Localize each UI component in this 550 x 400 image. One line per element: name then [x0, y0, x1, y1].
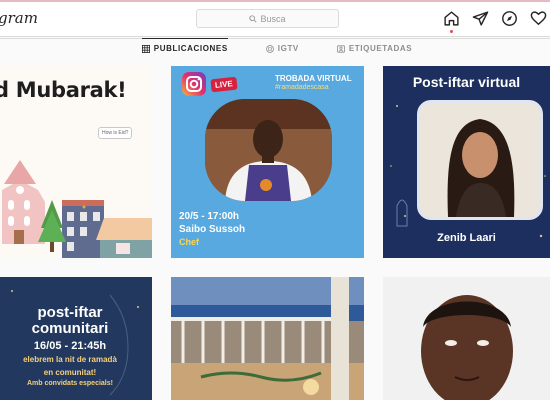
search-input[interactable]: Busca: [196, 9, 339, 28]
event-hashtag: #ramadadescasa: [275, 84, 329, 91]
live-header: LIVE: [181, 71, 238, 97]
man-portrait-image: [383, 277, 550, 400]
home-icon[interactable]: [443, 10, 460, 33]
post-eid-mubarak[interactable]: d Mubarak! How is Eid?: [0, 66, 152, 258]
event-description: elebrem la nit de ramadà: [23, 355, 117, 364]
guest-name: Saibo Sussoh: [179, 224, 246, 235]
speech-bubble: How is Eid?: [98, 127, 133, 139]
guest-role: Chef: [179, 237, 199, 247]
post-portrait[interactable]: [383, 277, 550, 400]
event-title-line2: comunitari: [31, 320, 109, 337]
event-note: Amb convidats especials!: [27, 380, 113, 387]
notification-dot: [450, 30, 453, 33]
event-datetime: 16/05 - 21:45h: [33, 340, 107, 352]
grid-icon: [141, 44, 150, 53]
tagged-icon: [336, 44, 345, 53]
live-badge: LIVE: [210, 76, 238, 92]
post-title: Post-iftar virtual: [412, 74, 521, 90]
event-details: 20/5 - 17:00h Saibo Sussoh Chef: [179, 210, 245, 249]
event-title-line1: post-iftar: [37, 304, 103, 321]
profile-tabs: PUBLICACIONES IGTV ETIQUETADAS: [0, 38, 550, 58]
post-balcony-photo[interactable]: [171, 277, 364, 400]
tab-label: PUBLICACIONES: [153, 44, 228, 53]
top-accent-strip: [0, 0, 550, 2]
event-text-block: post-iftar comunitari 16/05 - 21:45h ele…: [0, 304, 140, 388]
post-iftar-virtual[interactable]: Post-iftar virtual Zenib Laari: [383, 66, 550, 258]
chef-portrait: [205, 99, 332, 201]
igtv-icon: [265, 44, 274, 53]
tab-label: IGTV: [277, 44, 299, 53]
instagram-logo[interactable]: gram: [0, 9, 38, 27]
tab-label: ETIQUETADAS: [348, 44, 413, 53]
guest-name: Zenib Laari: [437, 232, 496, 244]
search-icon: [249, 14, 258, 23]
event-datetime: 20/5 - 17:00h: [179, 211, 240, 222]
nav-icons: [443, 10, 547, 33]
top-navigation-bar: gram Busca: [0, 0, 550, 37]
guest-portrait: [417, 100, 543, 220]
tab-igtv[interactable]: IGTV: [265, 39, 299, 58]
houses-illustration: [2, 160, 152, 258]
heart-icon[interactable]: [530, 10, 547, 27]
event-description-2: en comunitat!: [43, 368, 97, 377]
event-header: TROBADA VIRTUAL #ramadadescasa: [275, 74, 352, 92]
tab-publicaciones[interactable]: PUBLICACIONES: [141, 38, 228, 58]
tab-etiquetadas[interactable]: ETIQUETADAS: [336, 39, 413, 58]
event-title: TROBADA VIRTUAL: [275, 74, 352, 83]
balcony-image: [171, 277, 364, 400]
post-iftar-comunitari[interactable]: post-iftar comunitari 16/05 - 21:45h ele…: [0, 277, 152, 400]
post-trobada-virtual[interactable]: LIVE TROBADA VIRTUAL #ramadadescasa 20/5…: [171, 66, 364, 258]
explore-icon[interactable]: [501, 10, 518, 27]
search-placeholder: Busca: [260, 13, 286, 24]
direct-icon[interactable]: [472, 10, 489, 27]
post-title: d Mubarak!: [0, 78, 127, 102]
instagram-logo-icon: [182, 72, 206, 96]
